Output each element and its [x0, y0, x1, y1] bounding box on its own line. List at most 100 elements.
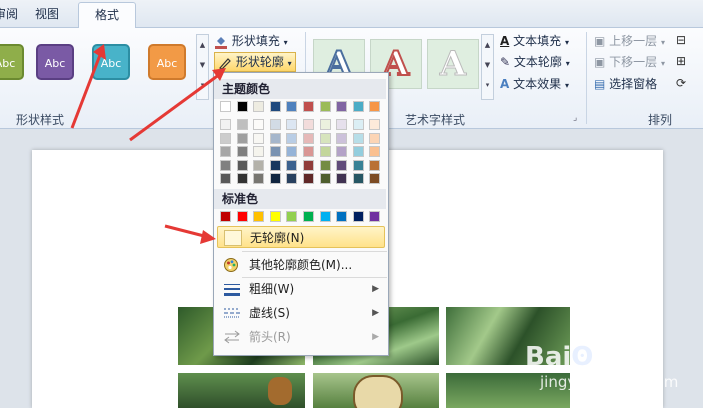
- theme-shade-swatch[interactable]: [303, 146, 314, 157]
- theme-shade-swatch[interactable]: [236, 159, 248, 171]
- theme-shade-swatch[interactable]: [269, 173, 281, 184]
- theme-shade-swatch[interactable]: [286, 159, 298, 171]
- theme-shade-swatch[interactable]: [253, 159, 265, 171]
- standard-color-swatch[interactable]: [319, 211, 331, 222]
- standard-color-swatch[interactable]: [236, 211, 248, 222]
- theme-shade-swatch[interactable]: [352, 159, 364, 171]
- shape-fill-button[interactable]: 形状填充 ▾: [214, 31, 288, 51]
- shape-style-gallery-scroll[interactable]: ▲ ▼ ▾: [196, 34, 209, 100]
- standard-color-swatch[interactable]: [336, 211, 348, 222]
- theme-color-swatch[interactable]: [336, 101, 348, 112]
- theme-shade-swatch[interactable]: [286, 146, 298, 157]
- theme-shade-swatch[interactable]: [319, 146, 331, 157]
- character-figure: [268, 377, 292, 405]
- theme-shade-swatch[interactable]: [336, 119, 348, 130]
- theme-color-swatch[interactable]: [369, 101, 381, 112]
- theme-shade-swatch[interactable]: [220, 146, 231, 157]
- shape-style-thumb-orange[interactable]: Abc: [148, 44, 186, 80]
- theme-shade-swatch[interactable]: [269, 132, 281, 144]
- theme-shade-swatch[interactable]: [269, 119, 281, 130]
- theme-shade-swatch[interactable]: [336, 146, 348, 157]
- theme-shade-swatch[interactable]: [253, 119, 265, 130]
- theme-shade-swatch[interactable]: [236, 146, 248, 157]
- text-fill-button[interactable]: A 文本填充 ▾: [500, 31, 569, 51]
- dashes-option[interactable]: 虚线(S) ▶: [217, 302, 385, 324]
- standard-color-swatch[interactable]: [286, 211, 298, 222]
- theme-shade-swatch[interactable]: [286, 119, 298, 130]
- theme-color-swatch[interactable]: [253, 101, 265, 112]
- shape-outline-button[interactable]: 形状轮廓 ▾: [214, 52, 296, 72]
- theme-shade-swatch[interactable]: [253, 146, 265, 157]
- bring-forward-button[interactable]: ▣ 上移一层 ▾: [594, 31, 665, 51]
- send-backward-button[interactable]: ▣ 下移一层 ▾: [594, 52, 665, 72]
- theme-color-swatch[interactable]: [269, 101, 281, 112]
- selection-pane-button[interactable]: ▤ 选择窗格: [594, 74, 657, 94]
- theme-shade-swatch[interactable]: [236, 173, 248, 184]
- theme-shade-swatch[interactable]: [369, 119, 381, 130]
- rotate-icon[interactable]: ⟳: [676, 76, 686, 90]
- wordart-gallery-scroll[interactable]: ▲ ▼ ▾: [481, 34, 494, 100]
- theme-color-swatch[interactable]: [236, 101, 248, 112]
- theme-shade-swatch[interactable]: [369, 146, 381, 157]
- shape-style-thumb-teal[interactable]: Abc: [92, 44, 130, 80]
- theme-shade-swatch[interactable]: [319, 119, 331, 130]
- theme-shade-swatch[interactable]: [220, 132, 231, 144]
- theme-shade-swatch[interactable]: [269, 159, 281, 171]
- theme-shade-swatch[interactable]: [253, 173, 265, 184]
- arrows-option[interactable]: 箭头(R) ▶: [217, 326, 385, 348]
- theme-shade-swatch[interactable]: [286, 173, 298, 184]
- theme-shade-swatch[interactable]: [336, 132, 348, 144]
- standard-color-swatch[interactable]: [352, 211, 364, 222]
- theme-shade-swatch[interactable]: [303, 132, 314, 144]
- theme-shade-swatch[interactable]: [236, 119, 248, 130]
- standard-color-swatch[interactable]: [369, 211, 381, 222]
- theme-shade-swatch[interactable]: [303, 159, 314, 171]
- theme-color-swatch[interactable]: [319, 101, 331, 112]
- wordart-style-white[interactable]: A: [427, 39, 479, 89]
- theme-shade-swatch[interactable]: [303, 173, 314, 184]
- theme-shade-swatch[interactable]: [352, 132, 364, 144]
- picture-tile[interactable]: [178, 373, 305, 408]
- tab-view[interactable]: 视图: [26, 2, 68, 26]
- no-outline-option[interactable]: 无轮廓(N): [217, 226, 385, 248]
- standard-color-swatch[interactable]: [220, 211, 231, 222]
- align-icon[interactable]: ⊟: [676, 33, 686, 47]
- theme-shade-swatch[interactable]: [319, 132, 331, 144]
- theme-shade-swatch[interactable]: [220, 119, 231, 130]
- tab-format[interactable]: 格式: [78, 2, 136, 29]
- text-effect-button[interactable]: A 文本效果 ▾: [500, 74, 569, 94]
- shape-style-thumb-purple[interactable]: Abc: [36, 44, 74, 80]
- theme-color-swatch[interactable]: [286, 101, 298, 112]
- theme-color-swatch[interactable]: [352, 101, 364, 112]
- standard-color-swatch[interactable]: [303, 211, 314, 222]
- theme-shade-swatch[interactable]: [236, 132, 248, 144]
- theme-shade-swatch[interactable]: [220, 173, 231, 184]
- theme-shade-swatch[interactable]: [303, 119, 314, 130]
- theme-shade-swatch[interactable]: [352, 173, 364, 184]
- group-icon[interactable]: ⊞: [676, 54, 686, 68]
- tab-review[interactable]: 审阅: [0, 2, 22, 26]
- theme-color-swatch[interactable]: [303, 101, 314, 112]
- theme-shade-swatch[interactable]: [369, 173, 381, 184]
- text-outline-button[interactable]: ✎ 文本轮廓 ▾: [500, 52, 570, 72]
- weight-option[interactable]: 粗细(W) ▶: [217, 278, 385, 300]
- theme-shade-swatch[interactable]: [286, 132, 298, 144]
- theme-shade-swatch[interactable]: [220, 159, 231, 171]
- theme-shade-swatch[interactable]: [319, 173, 331, 184]
- theme-shade-swatch[interactable]: [352, 146, 364, 157]
- theme-shade-swatch[interactable]: [336, 173, 348, 184]
- standard-color-swatch[interactable]: [253, 211, 265, 222]
- theme-shade-swatch[interactable]: [319, 159, 331, 171]
- theme-shade-swatch[interactable]: [336, 159, 348, 171]
- theme-color-swatch[interactable]: [220, 101, 231, 112]
- standard-color-swatch[interactable]: [269, 211, 281, 222]
- picture-tile[interactable]: [313, 373, 439, 408]
- theme-shade-swatch[interactable]: [269, 146, 281, 157]
- theme-shade-swatch[interactable]: [253, 132, 265, 144]
- shape-style-thumb-green[interactable]: Abc: [0, 44, 24, 80]
- theme-shade-swatch[interactable]: [352, 119, 364, 130]
- more-outline-colors-option[interactable]: 其他轮廓颜色(M)...: [217, 254, 385, 276]
- theme-shade-swatch[interactable]: [369, 132, 381, 144]
- theme-shade-swatch[interactable]: [369, 159, 381, 171]
- dialog-launcher-icon[interactable]: ⌟: [573, 113, 577, 123]
